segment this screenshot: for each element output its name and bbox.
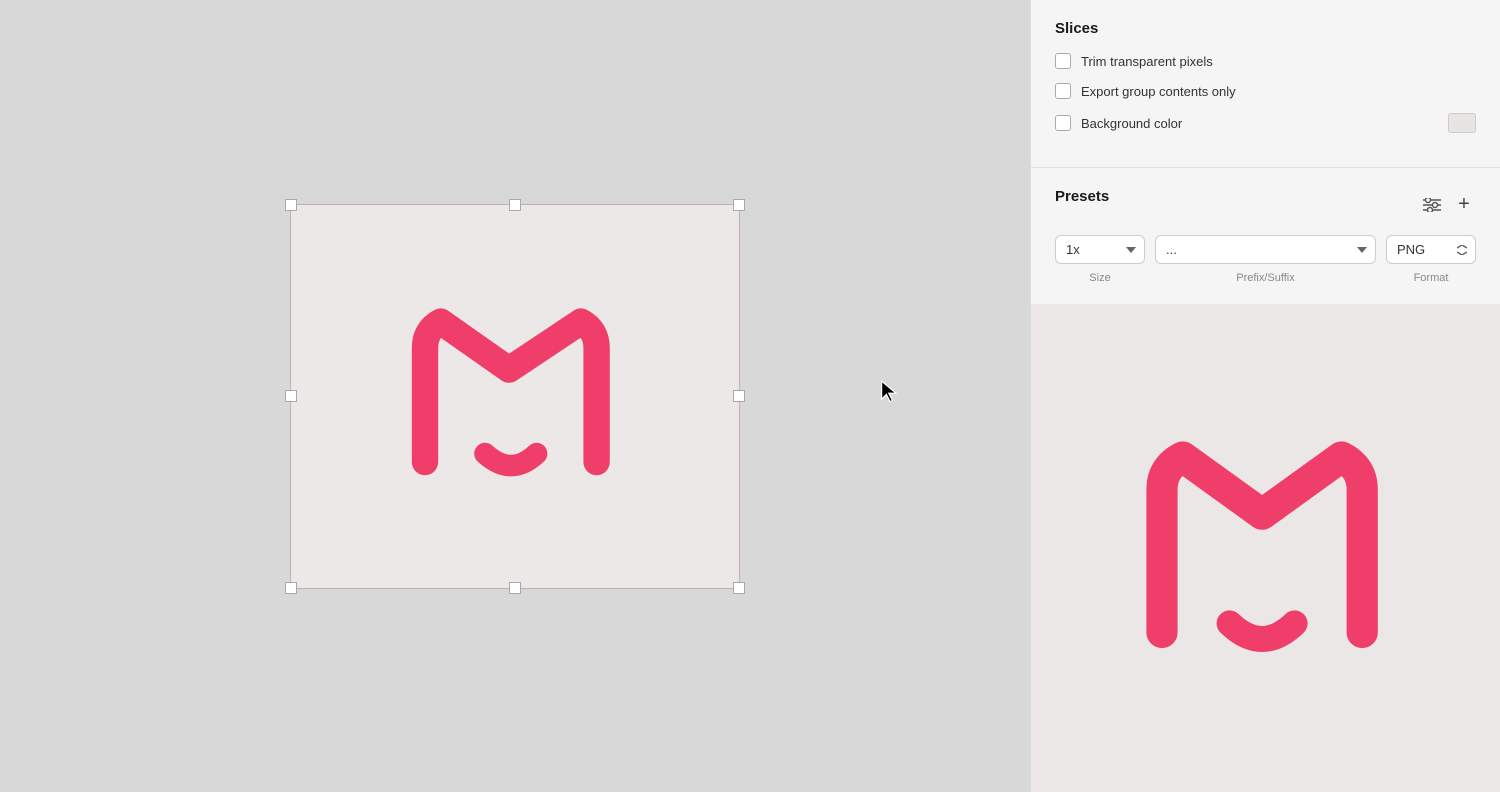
format-select[interactable]: PNG JPG TIFF PDF WebP SVG	[1386, 235, 1476, 264]
slices-section: Slices Trim transparent pixels Export gr…	[1031, 0, 1500, 167]
handle-bottom-left[interactable]	[285, 582, 297, 594]
presets-title: Presets	[1055, 188, 1109, 205]
handle-top-left[interactable]	[285, 199, 297, 211]
bg-color-swatch[interactable]	[1448, 113, 1476, 133]
handle-bottom-center[interactable]	[509, 582, 521, 594]
presets-header: Presets +	[1055, 188, 1476, 221]
handle-bottom-right[interactable]	[733, 582, 745, 594]
bg-color-row: Background color	[1055, 113, 1476, 133]
filter-icon[interactable]	[1420, 193, 1444, 217]
logo-graphic	[395, 276, 635, 516]
right-panel: Slices Trim transparent pixels Export gr…	[1030, 0, 1500, 792]
export-group-checkbox[interactable]	[1055, 83, 1071, 99]
size-label: Size	[1055, 272, 1145, 284]
handle-top-right[interactable]	[733, 199, 745, 211]
presets-actions: +	[1420, 193, 1476, 217]
handle-top-center[interactable]	[509, 199, 521, 211]
export-group-label: Export group contents only	[1081, 84, 1236, 99]
preset-labels: Size Prefix/Suffix Format	[1055, 272, 1476, 284]
bg-color-checkbox[interactable]	[1055, 115, 1071, 131]
format-label: Format	[1386, 272, 1476, 284]
mouse-cursor	[880, 380, 900, 404]
bg-color-label: Background color	[1081, 116, 1182, 131]
handle-middle-left[interactable]	[285, 390, 297, 402]
suffix-select[interactable]: ... @1x @2x @3x	[1155, 235, 1376, 264]
export-group-row: Export group contents only	[1055, 83, 1476, 99]
canvas-area	[0, 0, 1030, 792]
preview-logo	[1136, 418, 1396, 678]
trim-transparent-row: Trim transparent pixels	[1055, 53, 1476, 69]
trim-transparent-label: Trim transparent pixels	[1081, 54, 1213, 69]
artboard[interactable]	[290, 204, 740, 589]
preview-area	[1031, 304, 1500, 792]
trim-transparent-checkbox[interactable]	[1055, 53, 1071, 69]
size-select[interactable]: 1x 0.5x 2x 3x 4x	[1055, 235, 1145, 264]
preset-row: 1x 0.5x 2x 3x 4x ... @1x @2x @3x PNG JPG…	[1055, 235, 1476, 264]
handle-middle-right[interactable]	[733, 390, 745, 402]
add-preset-icon[interactable]: +	[1452, 193, 1476, 217]
presets-section: Presets + 1x 0.5x	[1031, 167, 1500, 304]
slices-title: Slices	[1055, 20, 1476, 37]
prefix-suffix-label: Prefix/Suffix	[1155, 272, 1376, 284]
artboard-inner	[290, 204, 740, 589]
